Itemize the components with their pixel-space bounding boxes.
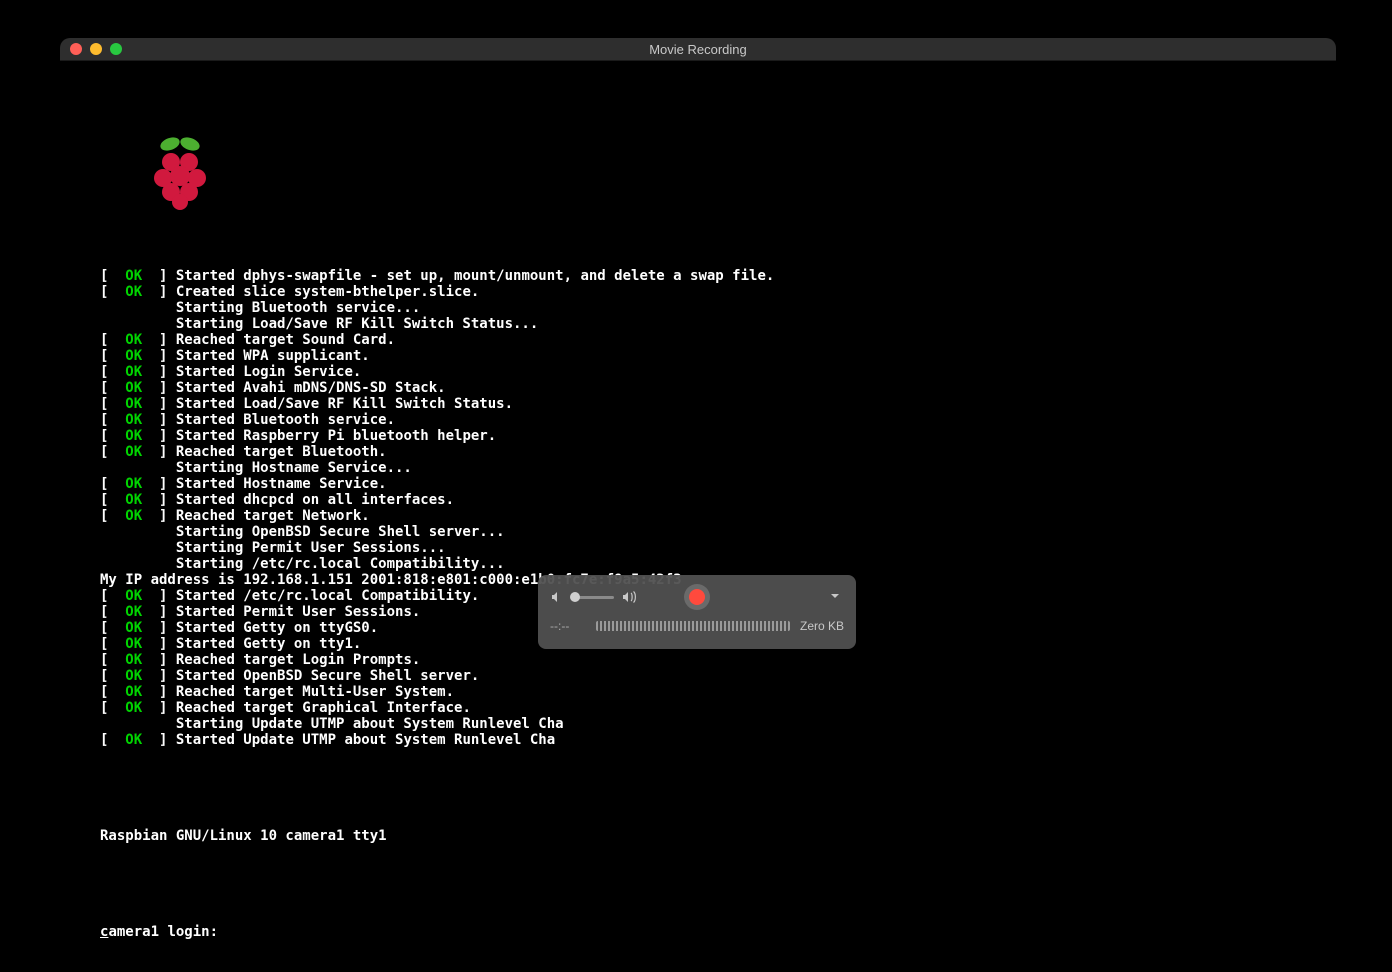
boot-line: [ OK ] Started dphys-swapfile - set up, …: [100, 268, 774, 284]
boot-line: [ OK ] Started Raspberry Pi bluetooth he…: [100, 428, 774, 444]
window-title: Movie Recording: [649, 42, 747, 57]
boot-line: [ OK ] Created slice system-bthelper.sli…: [100, 284, 774, 300]
volume-high-icon[interactable]: [622, 590, 640, 604]
boot-line: Starting Hostname Service...: [100, 460, 774, 476]
boot-console: [ OK ] Started dphys-swapfile - set up, …: [100, 88, 774, 972]
boot-line: [ OK ] Reached target Graphical Interfac…: [100, 700, 774, 716]
boot-line: Starting Load/Save RF Kill Switch Status…: [100, 316, 774, 332]
boot-line: Starting Permit User Sessions...: [100, 540, 774, 556]
boot-line: [ OK ] Started Login Service.: [100, 364, 774, 380]
boot-line: [ OK ] Reached target Bluetooth.: [100, 444, 774, 460]
boot-line: Starting Update UTMP about System Runlev…: [100, 716, 774, 732]
audio-level-meter: [596, 621, 790, 631]
boot-line: [ OK ] Started Bluetooth service.: [100, 412, 774, 428]
options-chevron-icon[interactable]: [830, 590, 844, 604]
boot-line: [ OK ] Started Avahi mDNS/DNS-SD Stack.: [100, 380, 774, 396]
boot-line: Starting OpenBSD Secure Shell server...: [100, 524, 774, 540]
os-banner: Raspbian GNU/Linux 10 camera1 tty1: [100, 828, 774, 844]
boot-line: [ OK ] Reached target Network.: [100, 508, 774, 524]
recording-time: --:--: [550, 619, 586, 633]
traffic-lights: [70, 43, 122, 55]
boot-line: [ OK ] Reached target Multi-User System.: [100, 684, 774, 700]
zoom-icon[interactable]: [110, 43, 122, 55]
quicktime-window: Movie Recording [ OK ] Started dphys-swa…: [60, 38, 1336, 768]
recording-controls: --:-- Zero KB: [538, 575, 856, 649]
boot-line: [ OK ] Started WPA supplicant.: [100, 348, 774, 364]
blank-line: [100, 876, 774, 892]
volume-slider[interactable]: [572, 596, 614, 599]
boot-line: [ OK ] Reached target Login Prompts.: [100, 652, 774, 668]
boot-line: [ OK ] Started Update UTMP about System …: [100, 732, 774, 748]
close-icon[interactable]: [70, 43, 82, 55]
boot-line: [ OK ] Reached target Sound Card.: [100, 332, 774, 348]
minimize-icon[interactable]: [90, 43, 102, 55]
titlebar[interactable]: Movie Recording: [60, 38, 1336, 61]
boot-line: [ OK ] Started Load/Save RF Kill Switch …: [100, 396, 774, 412]
boot-line: Starting Bluetooth service...: [100, 300, 774, 316]
recording-filesize: Zero KB: [800, 619, 844, 633]
volume-mute-icon[interactable]: [550, 590, 564, 604]
record-button[interactable]: [684, 584, 710, 610]
login-prompt[interactable]: camera1 login:: [100, 924, 774, 940]
record-icon: [689, 589, 705, 605]
boot-line: [ OK ] Started Hostname Service.: [100, 476, 774, 492]
blank-line: [100, 780, 774, 796]
volume-slider-knob[interactable]: [570, 592, 580, 602]
boot-line: [ OK ] Started OpenBSD Secure Shell serv…: [100, 668, 774, 684]
boot-line: [ OK ] Started dhcpcd on all interfaces.: [100, 492, 774, 508]
boot-line: Starting /etc/rc.local Compatibility...: [100, 556, 774, 572]
raspberry-pi-logo-icon: [100, 120, 774, 230]
